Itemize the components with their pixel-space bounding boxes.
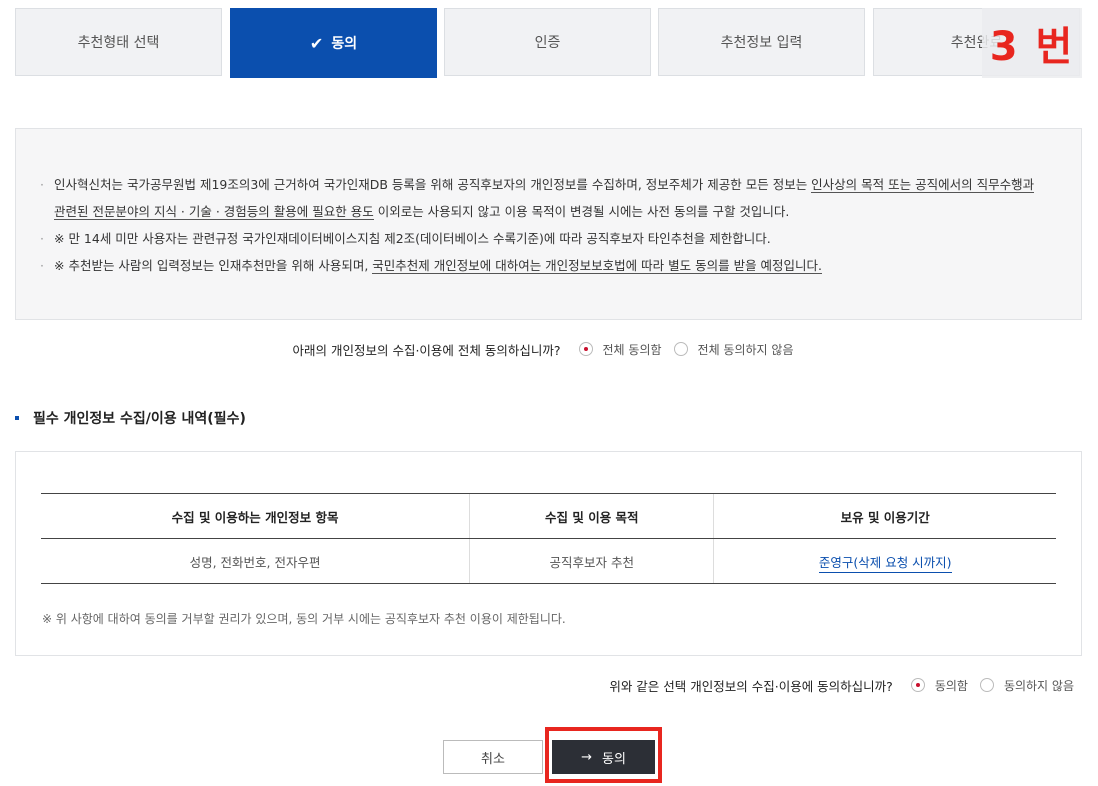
notice-text: 인사혁신처는 국가공무원법 제19조의3에 근거하여 국가인재DB 등록을 위해… [54,177,812,192]
cancel-button[interactable]: 취소 [443,740,543,774]
notice-underlined-text: 관련된 전문분야의 지식 · 기술 · 경험등의 활용에 필요한 용도 [54,204,374,220]
table-cell: 공직후보자 추천 [469,538,714,584]
arrow-right-icon: → [581,749,592,765]
notice-item-continued: 관련된 전문분야의 지식 · 기술 · 경험등의 활용에 필요한 용도 이외로는… [54,198,1041,225]
retention-period-text: 준영구(삭제 요청 시까지) [818,554,952,573]
privacy-notice: · 인사혁신처는 국가공무원법 제19조의3에 근거하여 국가인재DB 등록을 … [15,128,1082,320]
table-header: 수집 및 이용하는 개인정보 항목 [41,493,470,539]
step-label: 추천형태 선택 [77,35,160,51]
step-label: 동의 [331,36,358,52]
notice-item: · ※ 만 14세 미만 사용자는 관련규정 국가인재데이터베이스지침 제2조(… [40,225,1041,252]
agree-button[interactable]: → 동의 [552,740,655,774]
table-cell-retention: 준영구(삭제 요청 시까지) [713,538,1056,584]
step-recommend-info: 추천정보 입력 [658,8,865,76]
step-indicator: 추천형태 선택 ✔ 동의 인증 추천정보 입력 추천완료 [15,8,1082,78]
radio-label: 동의하지 않음 [1003,678,1074,693]
annotation-step-number: 3 번 [982,8,1082,78]
table-header: 수집 및 이용 목적 [469,493,714,539]
notice-text: ※ 추천받는 사람의 입력정보는 인재추천만을 위해 사용되며, [54,258,373,273]
notice-item: · ※ 추천받는 사람의 입력정보는 인재추천만을 위해 사용되며, 국민추천제… [40,252,1041,279]
section-title: 필수 개인정보 수집/이용 내역(필수) [15,408,246,428]
all-consent-row: 아래의 개인정보의 수집·이용에 전체 동의하십니까? 전체 동의함 전체 동의… [0,336,1098,362]
select-consent-disagree-radio[interactable]: 동의하지 않음 [979,677,1074,694]
select-consent-question: 위와 같은 선택 개인정보의 수집·이용에 동의하십니까? [609,678,893,694]
bullet-icon: · [40,258,44,273]
section-title-text: 필수 개인정보 수집/이용 내역(필수) [33,411,246,427]
select-consent-row: 위와 같은 선택 개인정보의 수집·이용에 동의하십니까? 동의함 동의하지 않… [609,672,1074,698]
privacy-table: 수집 및 이용하는 개인정보 항목 수집 및 이용 목적 보유 및 이용기간 성… [41,493,1056,584]
notice-underlined-text: 국민추천제 개인정보에 대하여는 개인정보보호법에 따라 별도 동의를 받을 예… [372,258,823,274]
notice-underlined-text: 인사상의 목적 또는 공직에서의 직무수행과 [811,177,1035,193]
privacy-table-box: 수집 및 이용하는 개인정보 항목 수집 및 이용 목적 보유 및 이용기간 성… [15,451,1082,656]
radio-selected-icon [910,678,925,692]
notice-text: ※ 만 14세 미만 사용자는 관련규정 국가인재데이터베이스지침 제2조(데이… [54,231,771,246]
square-bullet-icon [15,416,19,420]
all-consent-disagree-radio[interactable]: 전체 동의하지 않음 [673,341,794,358]
select-consent-agree-radio[interactable]: 동의함 [910,677,968,694]
step-authentication: 인증 [444,8,651,76]
radio-label: 전체 동의함 [602,342,662,357]
bullet-icon: · [40,177,44,192]
step-consent: ✔ 동의 [230,8,437,78]
bullet-icon: · [40,231,44,246]
radio-unselected-icon [979,678,994,692]
step-label: 인증 [534,35,561,51]
table-header-row: 수집 및 이용하는 개인정보 항목 수집 및 이용 목적 보유 및 이용기간 [41,493,1056,539]
radio-selected-icon [578,342,593,356]
table-note: ※ 위 사항에 대하여 동의를 거부할 권리가 있으며, 동의 거부 시에는 공… [42,612,566,626]
check-icon: ✔ [309,33,324,53]
radio-label: 동의함 [934,678,968,693]
radio-label: 전체 동의하지 않음 [697,342,794,357]
table-row: 성명, 전화번호, 전자우편 공직후보자 추천 준영구(삭제 요청 시까지) [41,538,1056,584]
agree-button-label: 동의 [601,751,626,767]
radio-unselected-icon [673,342,688,356]
step-select-type: 추천형태 선택 [15,8,222,76]
step-label: 추천정보 입력 [720,35,803,51]
table-header: 보유 및 이용기간 [713,493,1056,539]
notice-item: · 인사혁신처는 국가공무원법 제19조의3에 근거하여 국가인재DB 등록을 … [40,171,1041,198]
notice-text: 이외로는 사용되지 않고 이용 목적이 변경될 시에는 사전 동의를 구할 것입… [373,204,790,219]
all-consent-question: 아래의 개인정보의 수집·이용에 전체 동의하십니까? [292,342,561,358]
table-cell: 성명, 전화번호, 전자우편 [41,538,470,584]
all-consent-agree-radio[interactable]: 전체 동의함 [578,341,662,358]
